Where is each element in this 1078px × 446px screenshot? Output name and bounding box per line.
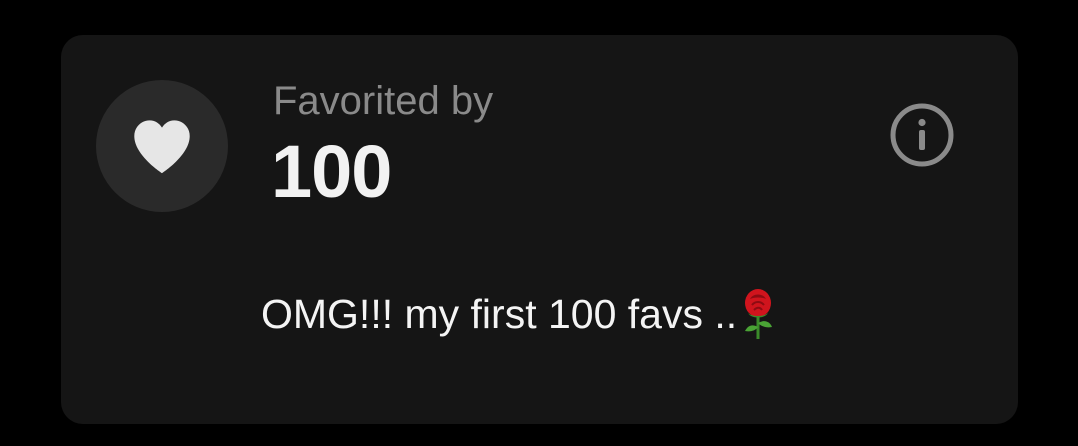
favorite-count: 100 bbox=[271, 130, 392, 213]
info-icon bbox=[890, 103, 954, 167]
favorites-card: Favorited by 100 OMG!!! my first 100 fav… bbox=[61, 35, 1018, 424]
info-button[interactable] bbox=[888, 101, 956, 169]
message-text: OMG!!! my first 100 favs .. bbox=[261, 287, 775, 341]
heart-badge bbox=[96, 80, 228, 212]
favorited-by-label: Favorited by bbox=[273, 79, 494, 123]
message-label: OMG!!! my first 100 favs .. bbox=[261, 290, 738, 337]
heart-icon bbox=[134, 120, 190, 174]
rose-emoji bbox=[745, 289, 773, 339]
